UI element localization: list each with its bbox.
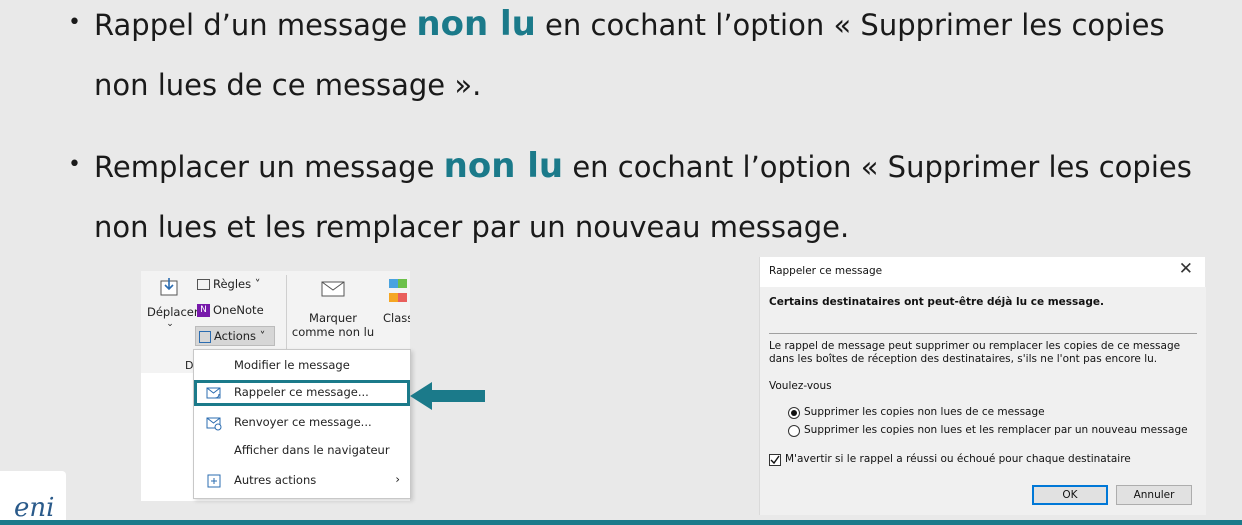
recall-message-dialog: Rappeler ce message ✕ Certains destinata… xyxy=(759,257,1206,515)
notify-checkbox[interactable] xyxy=(769,454,781,466)
bullet-replace-line2: non lues et les remplacer par un nouveau… xyxy=(94,210,850,244)
move-icon xyxy=(160,278,178,296)
eni-logo: eni xyxy=(0,471,66,525)
bullet-replace-emphasis: non lu xyxy=(443,146,564,186)
rules-icon xyxy=(197,279,210,290)
checkmark-icon xyxy=(770,455,780,465)
bullet-dot: • xyxy=(68,10,81,35)
menu-item-other-actions[interactable]: Autres actions › xyxy=(194,468,410,494)
option-delete-radio[interactable] xyxy=(788,407,800,419)
chevron-right-icon: › xyxy=(395,472,400,486)
arrow-left-icon xyxy=(410,382,485,410)
recall-message-icon xyxy=(206,387,221,399)
menu-item-edit-message[interactable]: Modifier le message xyxy=(194,353,410,379)
notify-label[interactable]: M'avertir si le rappel a réussi ou échou… xyxy=(785,453,1131,465)
classify-label: Class xyxy=(383,311,410,325)
categorize-icon xyxy=(389,277,409,302)
dialog-question: Voulez-vous xyxy=(769,380,832,392)
menu-item-resend-message[interactable]: Renvoyer ce message... xyxy=(194,410,410,436)
close-icon[interactable]: ✕ xyxy=(1179,259,1193,279)
menu-item-label: Renvoyer ce message... xyxy=(234,415,372,429)
bullet-dot: • xyxy=(68,152,81,177)
menu-item-open-in-browser[interactable]: Afficher dans le navigateur xyxy=(194,438,410,464)
menu-item-label: Modifier le message xyxy=(234,358,350,372)
dialog-description-line1: Le rappel de message peut supprimer ou r… xyxy=(769,340,1181,352)
bullet-replace-text-after: en cochant l’option « Supprimer les copi… xyxy=(563,150,1192,184)
option-replace-radio[interactable] xyxy=(788,425,800,437)
menu-item-label: Rappeler ce message... xyxy=(234,385,369,399)
bullet-recall-text-before: Rappel d’un message xyxy=(94,8,417,42)
menu-item-recall-message[interactable]: Rappeler ce message... xyxy=(194,380,410,406)
dialog-separator xyxy=(769,333,1197,334)
onenote-button[interactable]: N OneNote xyxy=(197,303,264,317)
move-button[interactable]: Déplacer ⌄ xyxy=(147,277,199,329)
mark-unread-button[interactable]: Marquer comme non lu xyxy=(291,279,375,339)
bullet-replace-line1: Remplacer un message non lu en cochant l… xyxy=(94,146,1192,186)
dialog-title: Rappeler ce message xyxy=(769,265,883,277)
move-label: Déplacer xyxy=(147,305,199,319)
rules-label: Règles xyxy=(213,277,252,291)
chevron-down-icon: ⌄ xyxy=(166,319,174,329)
dialog-body: Certains destinataires ont peut-être déj… xyxy=(760,287,1206,515)
other-actions-icon xyxy=(207,474,221,488)
chevron-down-icon: ˅ xyxy=(251,277,261,291)
actions-menu: Modifier le message Rappeler ce message.… xyxy=(193,349,411,499)
resend-message-icon xyxy=(206,417,222,431)
bullet-recall-emphasis: non lu xyxy=(416,4,536,44)
menu-item-label: Afficher dans le navigateur xyxy=(234,443,390,457)
option-delete-label[interactable]: Supprimer les copies non lues de ce mess… xyxy=(804,406,1045,418)
ribbon-screenshot: Déplacer ⌄ Règles ˅ N OneNote Actions ˅ D… xyxy=(141,271,411,501)
mark-unread-label-2: comme non lu xyxy=(291,325,375,339)
logo-text: eni xyxy=(14,493,55,523)
bullet-replace-text-before: Remplacer un message xyxy=(94,150,444,184)
actions-icon xyxy=(199,330,211,343)
dialog-headline: Certains destinataires ont peut-être déj… xyxy=(769,296,1104,308)
ok-button[interactable]: OK xyxy=(1032,485,1108,505)
bullet-recall-line1: Rappel d’un message non lu en cochant l’… xyxy=(94,4,1165,44)
menu-item-label: Autres actions xyxy=(234,473,317,487)
bullet-recall-line2: non lues de ce message ». xyxy=(94,68,482,102)
onenote-icon: N xyxy=(197,304,210,317)
cancel-button[interactable]: Annuler xyxy=(1116,485,1192,505)
bullet-recall-text-after: en cochant l’option « Supprimer les copi… xyxy=(535,8,1165,42)
onenote-label: OneNote xyxy=(213,303,264,317)
option-replace-label[interactable]: Supprimer les copies non lues et les rem… xyxy=(804,424,1188,436)
bottom-accent-bar xyxy=(0,520,1242,525)
actions-label: Actions xyxy=(214,329,257,343)
rules-button[interactable]: Règles ˅ xyxy=(197,277,261,291)
chevron-down-icon: ˅ xyxy=(256,329,266,343)
dialog-description-line2: dans les boîtes de réception des destina… xyxy=(769,353,1158,365)
classify-button[interactable]: Class xyxy=(383,277,410,325)
actions-button[interactable]: Actions ˅ xyxy=(195,326,275,346)
mark-unread-label-1: Marquer xyxy=(309,311,357,325)
envelope-icon xyxy=(321,281,345,297)
